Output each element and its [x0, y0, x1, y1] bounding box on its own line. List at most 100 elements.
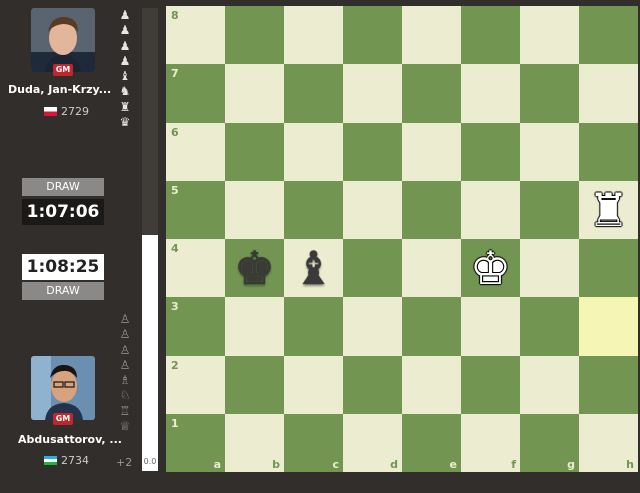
square-e7[interactable] — [402, 64, 461, 123]
square-e3[interactable] — [402, 297, 461, 356]
square-g6[interactable] — [520, 122, 579, 181]
square-d6[interactable] — [343, 122, 402, 181]
square-b2[interactable] — [225, 355, 284, 414]
square-g5[interactable] — [520, 180, 579, 239]
square-d1[interactable]: d — [343, 413, 402, 472]
top-captured-piece-icon: ♝ — [119, 69, 131, 84]
rank-label: 6 — [171, 125, 179, 139]
top-player-clock: 1:07:06 — [22, 199, 104, 225]
square-c6[interactable] — [284, 122, 343, 181]
square-e2[interactable] — [402, 355, 461, 414]
square-c3[interactable] — [284, 297, 343, 356]
square-a1[interactable]: 1a — [166, 413, 225, 472]
square-e1[interactable]: e — [402, 413, 461, 472]
square-b6[interactable] — [225, 122, 284, 181]
square-f2[interactable] — [461, 355, 520, 414]
square-b4[interactable]: ♚ — [225, 239, 284, 298]
top-player-title-badge: GM — [53, 64, 73, 76]
rank-label: 2 — [171, 358, 179, 372]
square-c4[interactable]: ♝ — [284, 239, 343, 298]
square-a5[interactable]: 5 — [166, 180, 225, 239]
square-b7[interactable] — [225, 64, 284, 123]
square-d5[interactable] — [343, 180, 402, 239]
square-b3[interactable] — [225, 297, 284, 356]
square-d4[interactable] — [343, 239, 402, 298]
square-f1[interactable]: f — [461, 413, 520, 472]
square-h6[interactable] — [579, 122, 638, 181]
file-label: f — [511, 458, 516, 471]
square-d7[interactable] — [343, 64, 402, 123]
black-bishop-piece[interactable]: ♝ — [284, 239, 343, 297]
file-label: d — [390, 458, 398, 471]
bottom-player-rating-row: 2734 — [44, 454, 89, 467]
square-h3[interactable] — [579, 297, 638, 356]
square-g7[interactable] — [520, 64, 579, 123]
square-f6[interactable] — [461, 122, 520, 181]
square-f4[interactable]: ♚ — [461, 239, 520, 298]
white-king-piece[interactable]: ♚ — [461, 239, 520, 297]
square-f7[interactable] — [461, 64, 520, 123]
square-h5[interactable]: ♜ — [579, 180, 638, 239]
square-c2[interactable] — [284, 355, 343, 414]
square-a7[interactable]: 7 — [166, 64, 225, 123]
square-g8[interactable] — [520, 6, 579, 65]
bottom-draw-button[interactable]: DRAW — [22, 282, 104, 300]
file-label: a — [213, 458, 221, 471]
top-draw-button[interactable]: DRAW — [22, 178, 104, 196]
file-label: h — [626, 458, 634, 471]
poland-flag-icon — [44, 107, 57, 116]
black-king-piece[interactable]: ♚ — [225, 239, 284, 297]
square-a8[interactable]: 8 — [166, 6, 225, 65]
square-d8[interactable] — [343, 6, 402, 65]
square-a4[interactable]: 4 — [166, 239, 225, 298]
square-g3[interactable] — [520, 297, 579, 356]
file-label: e — [449, 458, 457, 471]
square-d2[interactable] — [343, 355, 402, 414]
bottom-player-name[interactable]: Abdusattorov, ... — [18, 433, 128, 446]
square-c7[interactable] — [284, 64, 343, 123]
top-player-avatar[interactable] — [31, 8, 95, 72]
square-h8[interactable] — [579, 6, 638, 65]
square-g1[interactable]: g — [520, 413, 579, 472]
white-rook-piece[interactable]: ♜ — [579, 181, 638, 239]
top-captured-piece-icon: ♟ — [119, 53, 131, 68]
square-f5[interactable] — [461, 180, 520, 239]
square-f3[interactable] — [461, 297, 520, 356]
square-c8[interactable] — [284, 6, 343, 65]
eval-value: 0.0 — [143, 457, 157, 466]
eval-bar-white-fill — [142, 235, 158, 471]
top-captured-pieces: ♟ ♟ ♟ ♟ ♝ ♞ ♜ ♛ — [114, 8, 136, 130]
square-e6[interactable] — [402, 122, 461, 181]
square-h4[interactable] — [579, 239, 638, 298]
square-a2[interactable]: 2 — [166, 355, 225, 414]
top-player-name[interactable]: Duda, Jan-Krzy... — [8, 83, 118, 96]
square-b8[interactable] — [225, 6, 284, 65]
square-h7[interactable] — [579, 64, 638, 123]
square-e4[interactable] — [402, 239, 461, 298]
square-a3[interactable]: 3 — [166, 297, 225, 356]
square-a6[interactable]: 6 — [166, 122, 225, 181]
square-c5[interactable] — [284, 180, 343, 239]
bottom-captured-piece-icon: ♖ — [119, 403, 131, 418]
square-h1[interactable]: h — [579, 413, 638, 472]
chess-board[interactable]: 8 7 6 5 ♜ 4 ♚ ♝ ♚ 3 2 1 a b c d e f g h — [166, 6, 638, 472]
square-c1[interactable]: c — [284, 413, 343, 472]
square-b1[interactable]: b — [225, 413, 284, 472]
bottom-player-clock: 1:08:25 — [22, 254, 104, 280]
bottom-player-title-badge: GM — [53, 413, 73, 425]
square-e8[interactable] — [402, 6, 461, 65]
square-g4[interactable] — [520, 239, 579, 298]
top-captured-piece-icon: ♞ — [119, 84, 131, 99]
bottom-captured-piece-icon: ♘ — [119, 388, 131, 403]
bottom-player-avatar[interactable] — [31, 356, 95, 420]
bottom-player-rating: 2734 — [61, 454, 89, 467]
square-e5[interactable] — [402, 180, 461, 239]
square-f8[interactable] — [461, 6, 520, 65]
square-b5[interactable] — [225, 180, 284, 239]
square-h2[interactable] — [579, 355, 638, 414]
square-d3[interactable] — [343, 297, 402, 356]
file-label: c — [332, 458, 339, 471]
uzbekistan-flag-icon — [44, 456, 57, 465]
rank-label: 7 — [171, 67, 179, 81]
square-g2[interactable] — [520, 355, 579, 414]
